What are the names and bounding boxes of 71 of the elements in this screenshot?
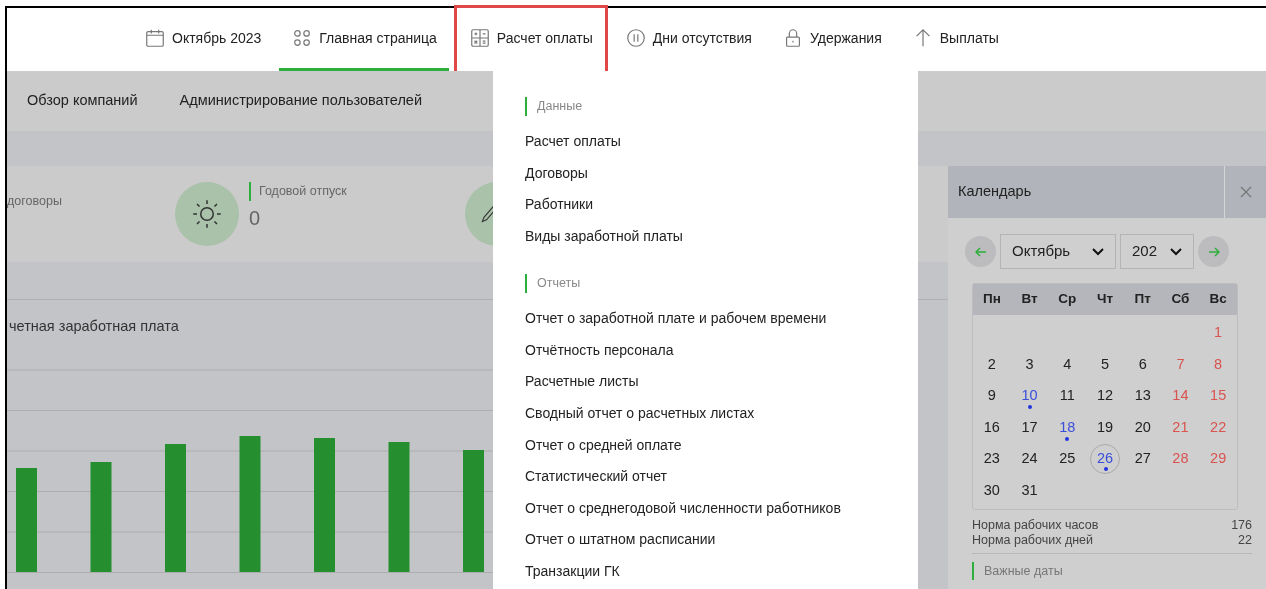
calendar-title: Календарь	[957, 182, 1033, 202]
calendar-day[interactable]: 6	[1127, 349, 1158, 380]
card-value: 0	[249, 205, 262, 231]
nav-tab[interactable]: Октябрь 2023	[132, 8, 274, 71]
chart-title: четная заработная плата	[9, 317, 179, 336]
subnav-link[interactable]: Обзор компаний	[27, 90, 138, 112]
calendar-day[interactable]: 24	[1014, 444, 1045, 475]
menu-item[interactable]: Расчет оплаты	[525, 125, 918, 158]
calendar-day[interactable]: 2	[976, 349, 1007, 380]
calendar-day[interactable]: 4	[1052, 349, 1083, 380]
weekday-label: Вт	[1020, 290, 1039, 309]
menu-item[interactable]: Транзакции ГК	[525, 555, 918, 588]
pause-icon	[624, 27, 647, 49]
nav-tab[interactable]: Дни отсутствия	[612, 8, 764, 71]
norm-value: 176	[1231, 517, 1252, 533]
calendar-day[interactable]: 16	[976, 412, 1007, 443]
menu-item[interactable]: Расчетные листы	[525, 366, 918, 398]
norm-label: Норма рабочих дней	[972, 532, 1094, 548]
menu-section-title: Данные	[525, 97, 918, 116]
subnav-link[interactable]: Администрирование пользователей	[179, 90, 422, 112]
calendar-day[interactable]: 30	[976, 475, 1007, 506]
calendar-day[interactable]: 23	[976, 444, 1007, 475]
menu-item[interactable]: Отчет о среднегодовой численности работников	[525, 492, 918, 525]
weekday-label: Пт	[1133, 290, 1152, 309]
menu-item[interactable]: Отчет о средней оплате	[525, 429, 918, 461]
calendar-day[interactable]: 17	[1014, 412, 1045, 443]
calendar-day[interactable]: 18	[1052, 412, 1083, 443]
calculator-icon	[468, 27, 491, 49]
menu-item[interactable]: Работники	[525, 188, 918, 221]
calendar-day[interactable]: 9	[976, 381, 1007, 411]
card-label: договоры	[7, 193, 62, 210]
norm-value: 22	[1238, 532, 1252, 548]
calendar-day[interactable]: 3	[1014, 349, 1045, 380]
year-select[interactable]: 202	[1120, 234, 1194, 269]
weekday-label: Пн	[981, 290, 1002, 309]
weekday-label: Чт	[1095, 290, 1115, 309]
month-select[interactable]: Октябрь	[1000, 234, 1116, 269]
important-dates-title: Важные даты	[972, 561, 1063, 581]
menu-item[interactable]: Отчет о штатном расписании	[525, 524, 918, 556]
menu-item[interactable]: Отчётность персонала	[525, 334, 918, 367]
calendar-day[interactable]: 13	[1127, 381, 1158, 411]
calendar-day[interactable]: 25	[1052, 444, 1083, 475]
menu-item[interactable]: Сводный отчет о расчетных листах	[525, 397, 918, 430]
menu-item[interactable]: Виды заработной платы	[525, 220, 918, 253]
menu-section-title: Отчеты	[525, 274, 918, 293]
nav-tab[interactable]: Удержания	[769, 8, 894, 71]
norm-label: Норма рабочих часов	[972, 517, 1099, 533]
arrow-right-icon	[1207, 245, 1220, 258]
weekday-label: Ср	[1057, 290, 1078, 309]
previous-month-button[interactable]	[965, 236, 996, 267]
menu-item[interactable]: Отчет о заработной плате и рабочем времени	[525, 302, 918, 335]
next-month-button[interactable]	[1198, 236, 1229, 267]
arrow-left-icon	[974, 245, 987, 258]
nav-tab[interactable]: Выплаты	[899, 8, 1011, 71]
calendar-day[interactable]: 5	[1090, 349, 1120, 380]
chevron-down-icon	[1092, 247, 1104, 256]
weekday-label: Вс	[1208, 290, 1228, 309]
menu-item[interactable]: Договоры	[525, 157, 918, 189]
calendar-day[interactable]: 19	[1090, 412, 1120, 443]
calendar-day[interactable]: 27	[1127, 444, 1158, 475]
calendar-day[interactable]: 31	[1014, 475, 1045, 506]
calendar-day[interactable]: 20	[1127, 412, 1158, 443]
menu-item[interactable]: Статистический отчет	[525, 460, 918, 493]
calendar-day[interactable]: 11	[1052, 381, 1083, 411]
chevron-down-icon	[1170, 247, 1182, 256]
calendar-icon	[144, 27, 166, 49]
nav-tab[interactable]: Расчет оплаты	[456, 8, 605, 71]
weekday-label: Сб	[1170, 290, 1191, 309]
calendar-day[interactable]: 10	[1014, 381, 1045, 411]
calendar-day[interactable]: 12	[1090, 381, 1120, 411]
card-label: Годовой отпуск	[249, 182, 347, 201]
